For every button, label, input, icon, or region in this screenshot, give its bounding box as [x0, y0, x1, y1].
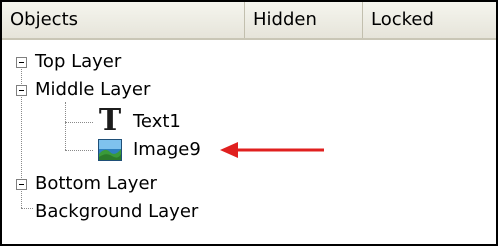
objects-panel: Objects Hidden Locked Top Layer Middle L…	[0, 0, 498, 246]
top-layer-label: Top Layer	[35, 51, 122, 72]
tree-item-middle-layer[interactable]: Middle Layer	[2, 76, 302, 104]
text1-label: Text1	[133, 111, 181, 132]
locked-column-header[interactable]: Locked	[363, 2, 496, 38]
background-layer-label: Background Layer	[35, 201, 199, 222]
middle-layer-label: Middle Layer	[35, 79, 151, 100]
bottom-layer-label: Bottom Layer	[35, 173, 157, 194]
red-arrow-icon	[220, 142, 324, 158]
tree-item-top-layer[interactable]: Top Layer	[2, 48, 302, 76]
tree-item-text1[interactable]: Text1	[2, 108, 302, 136]
objects-column-header[interactable]: Objects	[2, 2, 245, 38]
image9-label: Image9	[133, 139, 201, 160]
object-tree: Top Layer Middle Layer T Text1 Image9 Bo…	[2, 40, 496, 244]
tree-item-bottom-layer[interactable]: Bottom Layer	[2, 170, 302, 198]
hidden-column-header[interactable]: Hidden	[245, 2, 363, 38]
column-header-row: Objects Hidden Locked	[2, 2, 496, 40]
tree-item-background-layer[interactable]: Background Layer	[2, 198, 302, 226]
